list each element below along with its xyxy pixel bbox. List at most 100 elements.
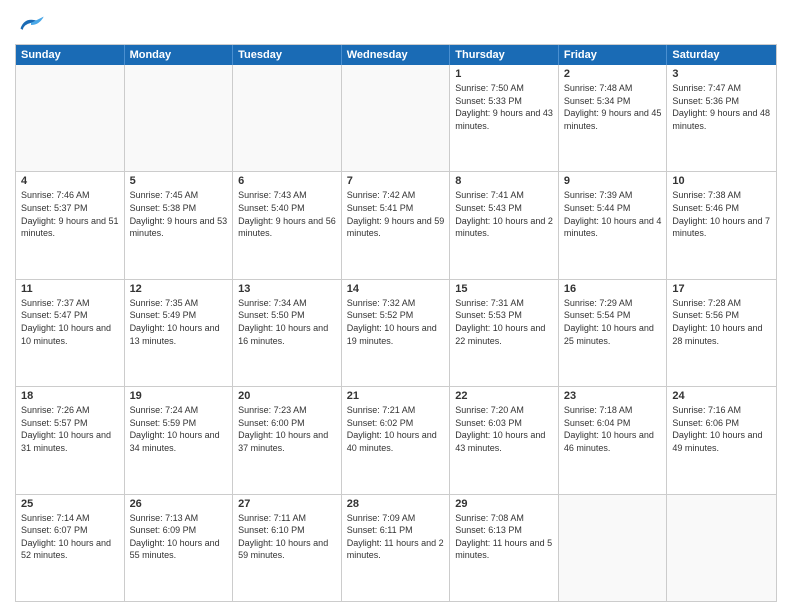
weekday-header-saturday: Saturday — [667, 45, 776, 65]
day-number: 26 — [130, 498, 228, 510]
calendar-cell: 19 Sunrise: 7:24 AMSunset: 5:59 PMDayligh… — [125, 387, 234, 493]
weekday-header-monday: Monday — [125, 45, 234, 65]
calendar: SundayMondayTuesdayWednesdayThursdayFrid… — [15, 44, 777, 602]
calendar-cell: 9 Sunrise: 7:39 AMSunset: 5:44 PMDaylight… — [559, 172, 668, 278]
day-number: 8 — [455, 175, 553, 187]
day-number: 7 — [347, 175, 445, 187]
calendar-row-2: 11 Sunrise: 7:37 AMSunset: 5:47 PMDayligh… — [16, 279, 776, 386]
day-number: 28 — [347, 498, 445, 510]
calendar-cell: 3Sunrise: 7:47 AMSunset: 5:36 PMDaylight… — [667, 65, 776, 171]
page: SundayMondayTuesdayWednesdayThursdayFrid… — [0, 0, 792, 612]
day-info: Sunrise: 7:26 AMSunset: 5:57 PMDaylight:… — [21, 404, 119, 454]
day-info: Sunrise: 7:43 AMSunset: 5:40 PMDaylight:… — [238, 189, 336, 239]
weekday-header-sunday: Sunday — [16, 45, 125, 65]
day-number: 27 — [238, 498, 336, 510]
day-info: Sunrise: 7:32 AMSunset: 5:52 PMDaylight:… — [347, 297, 445, 347]
calendar-cell: 12 Sunrise: 7:35 AMSunset: 5:49 PMDayligh… — [125, 280, 234, 386]
calendar-cell: 2Sunrise: 7:48 AMSunset: 5:34 PMDaylight… — [559, 65, 668, 171]
day-info: Sunrise: 7:23 AMSunset: 6:00 PMDaylight:… — [238, 404, 336, 454]
day-info: Sunrise: 7:31 AMSunset: 5:53 PMDaylight:… — [455, 297, 553, 347]
day-number: 19 — [130, 390, 228, 402]
day-number: 2 — [564, 68, 662, 80]
day-info: Sunrise: 7:37 AMSunset: 5:47 PMDaylight:… — [21, 297, 119, 347]
calendar-cell: 25 Sunrise: 7:14 AMSunset: 6:07 PMDayligh… — [16, 495, 125, 601]
calendar-cell: 15 Sunrise: 7:31 AMSunset: 5:53 PMDayligh… — [450, 280, 559, 386]
day-number: 20 — [238, 390, 336, 402]
day-info: Sunrise: 7:18 AMSunset: 6:04 PMDaylight:… — [564, 404, 662, 454]
day-info: Sunrise: 7:14 AMSunset: 6:07 PMDaylight:… — [21, 512, 119, 562]
calendar-cell: 17 Sunrise: 7:28 AMSunset: 5:56 PMDayligh… — [667, 280, 776, 386]
calendar-cell: 23Sunrise: 7:18 AMSunset: 6:04 PMDayligh… — [559, 387, 668, 493]
day-number: 4 — [21, 175, 119, 187]
calendar-cell: 7 Sunrise: 7:42 AMSunset: 5:41 PMDaylight… — [342, 172, 451, 278]
calendar-cell: 10Sunrise: 7:38 AMSunset: 5:46 PMDayligh… — [667, 172, 776, 278]
calendar-row-0: 1Sunrise: 7:50 AMSunset: 5:33 PMDaylight… — [16, 65, 776, 171]
day-number: 3 — [672, 68, 771, 80]
day-info: Sunrise: 7:29 AMSunset: 5:54 PMDaylight:… — [564, 297, 662, 347]
day-info: Sunrise: 7:41 AMSunset: 5:43 PMDaylight:… — [455, 189, 553, 239]
day-number: 29 — [455, 498, 553, 510]
day-number: 24 — [672, 390, 771, 402]
day-number: 12 — [130, 283, 228, 295]
calendar-cell: 26 Sunrise: 7:13 AMSunset: 6:09 PMDayligh… — [125, 495, 234, 601]
logo — [15, 14, 45, 36]
day-number: 13 — [238, 283, 336, 295]
day-info: Sunrise: 7:11 AMSunset: 6:10 PMDaylight:… — [238, 512, 336, 562]
day-number: 9 — [564, 175, 662, 187]
day-number: 14 — [347, 283, 445, 295]
day-number: 11 — [21, 283, 119, 295]
day-info: Sunrise: 7:21 AMSunset: 6:02 PMDaylight:… — [347, 404, 445, 454]
day-number: 18 — [21, 390, 119, 402]
day-number: 16 — [564, 283, 662, 295]
day-info: Sunrise: 7:45 AMSunset: 5:38 PMDaylight:… — [130, 189, 228, 239]
header — [15, 10, 777, 36]
calendar-cell — [233, 65, 342, 171]
calendar-cell — [667, 495, 776, 601]
day-info: Sunrise: 7:09 AMSunset: 6:11 PMDaylight:… — [347, 512, 445, 562]
calendar-cell: 5 Sunrise: 7:45 AMSunset: 5:38 PMDaylight… — [125, 172, 234, 278]
calendar-cell: 24 Sunrise: 7:16 AMSunset: 6:06 PMDayligh… — [667, 387, 776, 493]
weekday-header-tuesday: Tuesday — [233, 45, 342, 65]
calendar-cell: 21 Sunrise: 7:21 AMSunset: 6:02 PMDayligh… — [342, 387, 451, 493]
calendar-cell: 14 Sunrise: 7:32 AMSunset: 5:52 PMDayligh… — [342, 280, 451, 386]
day-info: Sunrise: 7:16 AMSunset: 6:06 PMDaylight:… — [672, 404, 771, 454]
calendar-cell: 22 Sunrise: 7:20 AMSunset: 6:03 PMDayligh… — [450, 387, 559, 493]
day-info: Sunrise: 7:35 AMSunset: 5:49 PMDaylight:… — [130, 297, 228, 347]
weekday-header-thursday: Thursday — [450, 45, 559, 65]
calendar-cell — [559, 495, 668, 601]
calendar-cell: 18 Sunrise: 7:26 AMSunset: 5:57 PMDayligh… — [16, 387, 125, 493]
day-number: 22 — [455, 390, 553, 402]
calendar-cell: 20 Sunrise: 7:23 AMSunset: 6:00 PMDayligh… — [233, 387, 342, 493]
day-info: Sunrise: 7:42 AMSunset: 5:41 PMDaylight:… — [347, 189, 445, 239]
day-info: Sunrise: 7:28 AMSunset: 5:56 PMDaylight:… — [672, 297, 771, 347]
calendar-row-1: 4 Sunrise: 7:46 AMSunset: 5:37 PMDaylight… — [16, 171, 776, 278]
day-number: 25 — [21, 498, 119, 510]
day-info: Sunrise: 7:13 AMSunset: 6:09 PMDaylight:… — [130, 512, 228, 562]
day-info: Sunrise: 7:46 AMSunset: 5:37 PMDaylight:… — [21, 189, 119, 239]
calendar-cell — [125, 65, 234, 171]
weekday-header-friday: Friday — [559, 45, 668, 65]
day-number: 21 — [347, 390, 445, 402]
day-number: 5 — [130, 175, 228, 187]
day-number: 15 — [455, 283, 553, 295]
calendar-cell: 11 Sunrise: 7:37 AMSunset: 5:47 PMDayligh… — [16, 280, 125, 386]
calendar-cell: 16 Sunrise: 7:29 AMSunset: 5:54 PMDayligh… — [559, 280, 668, 386]
calendar-cell: 13 Sunrise: 7:34 AMSunset: 5:50 PMDayligh… — [233, 280, 342, 386]
day-info: Sunrise: 7:20 AMSunset: 6:03 PMDaylight:… — [455, 404, 553, 454]
logo-bird-icon — [17, 14, 45, 36]
day-number: 1 — [455, 68, 553, 80]
day-info: Sunrise: 7:24 AMSunset: 5:59 PMDaylight:… — [130, 404, 228, 454]
day-number: 17 — [672, 283, 771, 295]
calendar-cell: 29Sunrise: 7:08 AMSunset: 6:13 PMDayligh… — [450, 495, 559, 601]
day-number: 6 — [238, 175, 336, 187]
day-info: Sunrise: 7:34 AMSunset: 5:50 PMDaylight:… — [238, 297, 336, 347]
calendar-header: SundayMondayTuesdayWednesdayThursdayFrid… — [16, 45, 776, 65]
day-number: 10 — [672, 175, 771, 187]
day-info: Sunrise: 7:39 AMSunset: 5:44 PMDaylight:… — [564, 189, 662, 239]
calendar-cell: 1Sunrise: 7:50 AMSunset: 5:33 PMDaylight… — [450, 65, 559, 171]
calendar-cell: 27 Sunrise: 7:11 AMSunset: 6:10 PMDayligh… — [233, 495, 342, 601]
calendar-cell — [342, 65, 451, 171]
calendar-body: 1Sunrise: 7:50 AMSunset: 5:33 PMDaylight… — [16, 65, 776, 601]
calendar-cell: 8 Sunrise: 7:41 AMSunset: 5:43 PMDaylight… — [450, 172, 559, 278]
calendar-cell: 28 Sunrise: 7:09 AMSunset: 6:11 PMDayligh… — [342, 495, 451, 601]
